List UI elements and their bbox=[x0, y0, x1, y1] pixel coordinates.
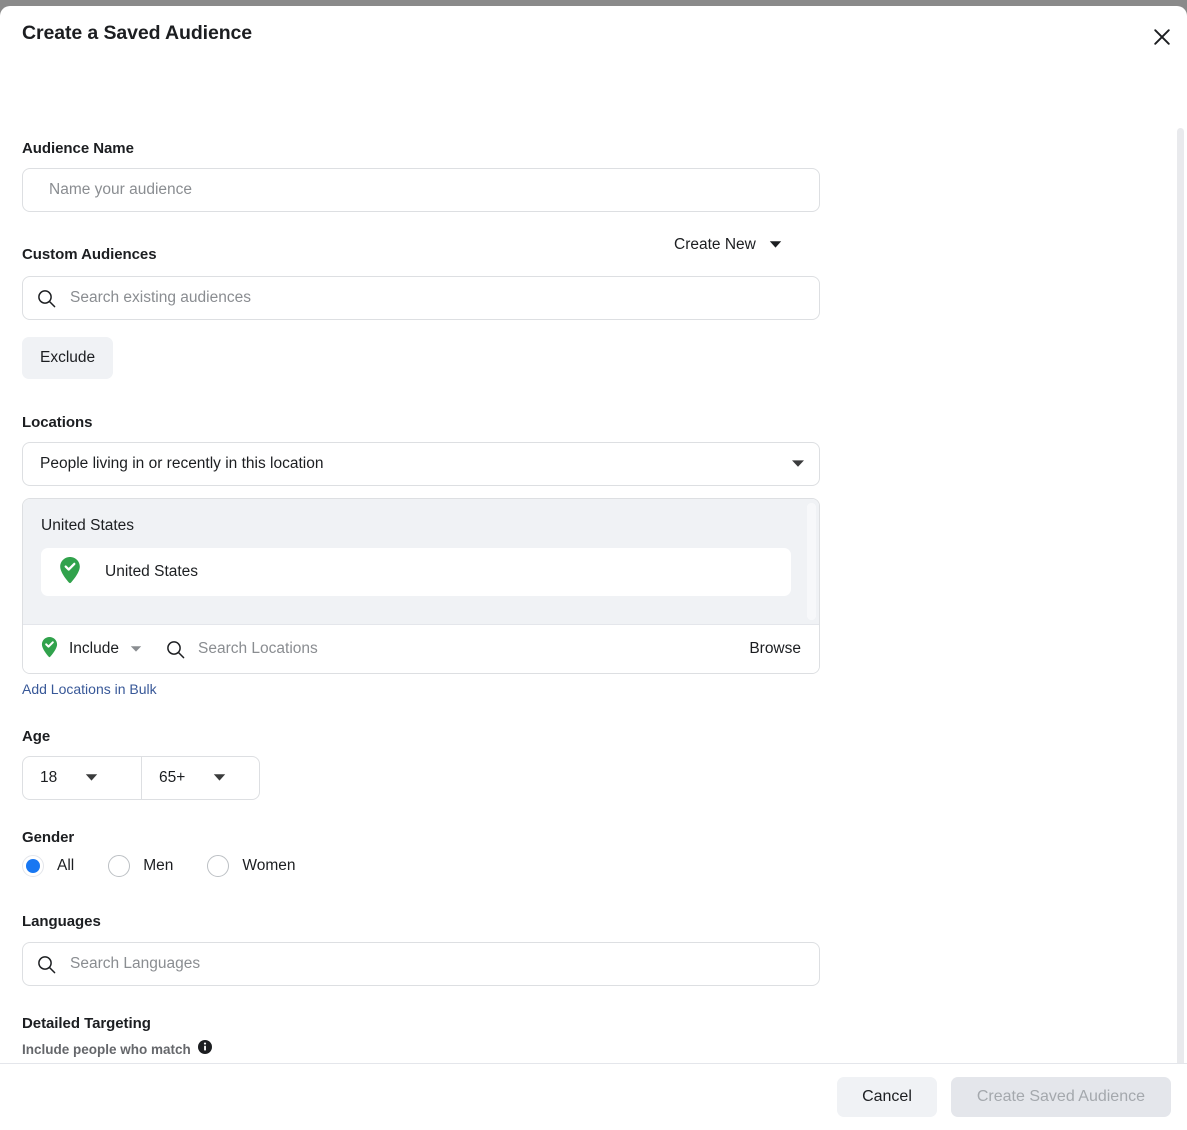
gender-option-label: Women bbox=[242, 857, 295, 875]
age-min-select[interactable]: 18 bbox=[23, 757, 141, 799]
search-icon bbox=[37, 289, 56, 308]
selected-locations-list: United States United States bbox=[23, 499, 819, 624]
chevron-down-icon bbox=[85, 769, 98, 787]
languages-search-placeholder: Search Languages bbox=[70, 955, 200, 973]
locations-browse-button[interactable]: Browse bbox=[749, 640, 801, 658]
add-locations-in-bulk-link[interactable]: Add Locations in Bulk bbox=[22, 681, 157, 697]
create-new-label: Create New bbox=[674, 236, 756, 254]
gender-radio-group: All Men Women bbox=[22, 855, 296, 877]
custom-audiences-label: Custom Audiences bbox=[22, 246, 157, 263]
age-range-group: 18 65+ bbox=[22, 756, 260, 800]
location-pin-check-icon bbox=[41, 636, 58, 663]
dialog-header: Create a Saved Audience bbox=[0, 6, 1187, 64]
search-icon bbox=[166, 640, 185, 659]
create-saved-audience-button[interactable]: Create Saved Audience bbox=[951, 1077, 1171, 1117]
radio-unselected-icon bbox=[207, 855, 229, 877]
close-button[interactable] bbox=[1143, 18, 1181, 56]
close-icon bbox=[1152, 27, 1172, 47]
chevron-down-icon bbox=[213, 769, 226, 787]
search-icon bbox=[37, 955, 56, 974]
locations-scrollbar[interactable] bbox=[807, 503, 816, 620]
locations-search-bar: Include Search Locations Browse bbox=[23, 624, 819, 673]
radio-unselected-icon bbox=[108, 855, 130, 877]
gender-option-all[interactable]: All bbox=[22, 855, 74, 877]
location-type-select[interactable]: People living in or recently in this loc… bbox=[22, 442, 820, 486]
location-name: United States bbox=[105, 563, 198, 581]
age-max-select[interactable]: 65+ bbox=[141, 757, 259, 799]
dialog-body-scrollbar[interactable] bbox=[1177, 128, 1184, 1118]
include-exclude-dropdown[interactable]: Include bbox=[41, 636, 142, 663]
create-new-dropdown[interactable]: Create New bbox=[674, 236, 782, 254]
location-list-item[interactable]: United States bbox=[41, 548, 791, 596]
gender-option-label: Men bbox=[143, 857, 173, 875]
chevron-down-icon bbox=[130, 640, 142, 658]
age-min-value: 18 bbox=[40, 769, 57, 787]
location-pin-check-icon bbox=[59, 556, 81, 589]
gender-option-men[interactable]: Men bbox=[108, 855, 173, 877]
locations-panel: United States United States bbox=[22, 498, 820, 674]
audience-name-placeholder: Name your audience bbox=[37, 181, 192, 199]
dialog-title: Create a Saved Audience bbox=[22, 22, 252, 45]
custom-audiences-search-placeholder: Search existing audiences bbox=[70, 289, 251, 307]
age-max-value: 65+ bbox=[159, 769, 185, 787]
detailed-targeting-sublabel-row: Include people who match bbox=[22, 1040, 212, 1059]
gender-option-label: All bbox=[57, 857, 74, 875]
locations-label: Locations bbox=[22, 414, 92, 431]
chevron-down-icon bbox=[769, 236, 782, 254]
dialog-footer: Cancel Create Saved Audience bbox=[0, 1063, 1187, 1130]
include-label: Include bbox=[69, 640, 119, 658]
audience-name-label: Audience Name bbox=[22, 140, 134, 157]
languages-label: Languages bbox=[22, 913, 101, 930]
custom-audiences-search-input[interactable]: Search existing audiences bbox=[22, 276, 820, 320]
audience-name-input[interactable]: Name your audience bbox=[22, 168, 820, 212]
exclude-button[interactable]: Exclude bbox=[22, 337, 113, 379]
languages-search-input[interactable]: Search Languages bbox=[22, 942, 820, 986]
chevron-down-icon bbox=[791, 455, 805, 473]
detailed-targeting-sublabel: Include people who match bbox=[22, 1042, 191, 1057]
dialog-body: Audience Name Name your audience Custom … bbox=[0, 64, 1187, 1069]
gender-label: Gender bbox=[22, 829, 74, 846]
create-saved-audience-dialog: Create a Saved Audience Audience Name Na… bbox=[0, 6, 1187, 1130]
age-label: Age bbox=[22, 728, 50, 745]
radio-selected-icon bbox=[22, 855, 44, 877]
cancel-button[interactable]: Cancel bbox=[837, 1077, 937, 1117]
info-icon[interactable] bbox=[198, 1040, 212, 1059]
location-type-value: People living in or recently in this loc… bbox=[37, 455, 791, 473]
detailed-targeting-label: Detailed Targeting bbox=[22, 1015, 151, 1032]
locations-search-input[interactable]: Search Locations bbox=[198, 640, 749, 658]
locations-scrollbar-thumb[interactable] bbox=[807, 503, 816, 620]
gender-option-women[interactable]: Women bbox=[207, 855, 295, 877]
locations-group-title: United States bbox=[41, 517, 803, 535]
